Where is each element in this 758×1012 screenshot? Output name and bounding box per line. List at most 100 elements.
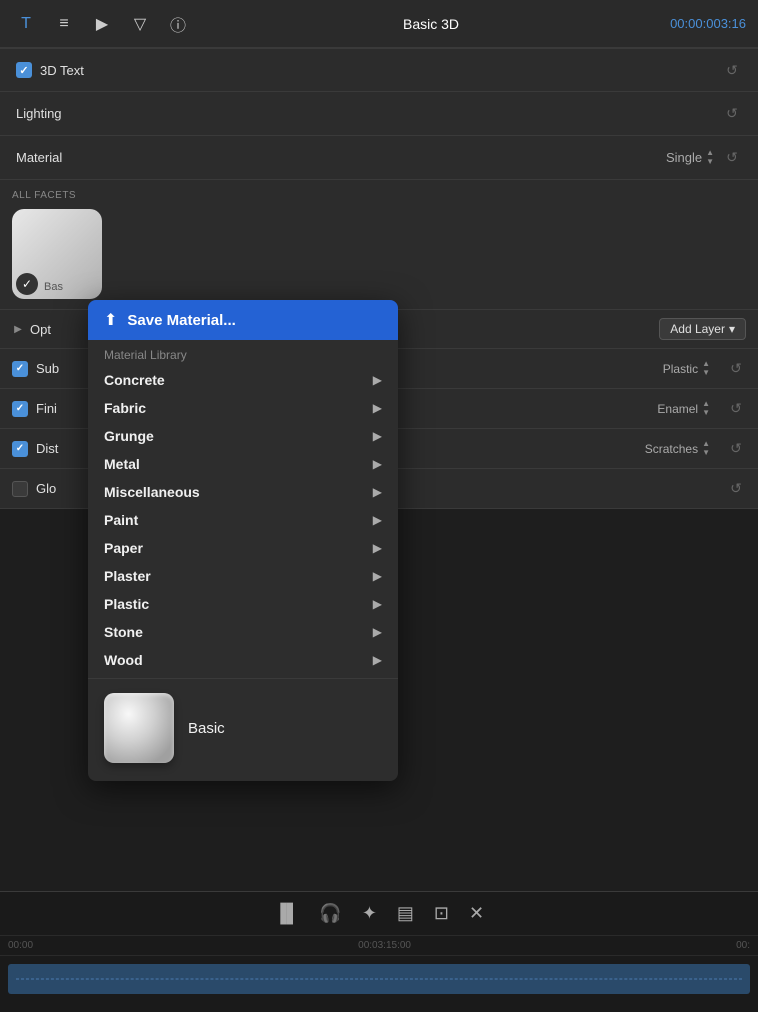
checkbox-glo[interactable] [12, 481, 28, 497]
menu-item-wood[interactable]: Wood ▶ [88, 646, 398, 674]
menu-label-grunge: Grunge [104, 428, 154, 444]
save-material-label: Save Material... [127, 312, 235, 329]
reset-fini[interactable]: ↺ [726, 399, 746, 419]
project-title: Basic 3D [202, 16, 660, 32]
menu-label-concrete: Concrete [104, 372, 165, 388]
label-material: Material [16, 150, 666, 165]
headphones-icon[interactable]: 🎧 [319, 903, 341, 924]
reset-3dtext[interactable]: ↺ [722, 60, 742, 80]
label-lighting: Lighting [16, 106, 714, 121]
checkbox-sub[interactable] [12, 361, 28, 377]
dropdown-arrow-icon: ▾ [729, 322, 735, 336]
material-thumbnail [104, 693, 174, 763]
stepper-down[interactable]: ▼ [706, 158, 714, 166]
timeline: ▐▌ 🎧 ✦ ▤ ⊡ ✕ 00:00 00:03:15:00 00: [0, 891, 758, 1011]
menu-label-miscellaneous: Miscellaneous [104, 484, 200, 500]
toolbar: T ≡ ▶ ▽ ⓘ Basic 3D 00:00:003:16 [0, 0, 758, 48]
material-library-header: Material Library [88, 340, 398, 366]
reset-glo[interactable]: ↺ [726, 479, 746, 499]
menu-label-stone: Stone [104, 624, 143, 640]
scratches-stepper[interactable]: ▲ ▼ [702, 440, 710, 457]
plastic-stepper[interactable]: ▲ ▼ [702, 360, 710, 377]
arrow-icon-paper: ▶ [373, 541, 382, 555]
timecode: 00:00:003:16 [670, 16, 746, 31]
facets-area: ALL FACETS ✓ Bas [0, 180, 758, 310]
arrow-icon-stone: ▶ [373, 625, 382, 639]
arrow-icon-miscellaneous: ▶ [373, 485, 382, 499]
filmstrip-icon[interactable]: ▤ [397, 903, 414, 924]
arrow-icon-concrete: ▶ [373, 373, 382, 387]
sparkle-icon[interactable]: ✦ [362, 903, 377, 924]
prop-row-material: Material Single ▲ ▼ ↺ [0, 136, 758, 180]
layer-type-fini[interactable]: Enamel ▲ ▼ [657, 400, 710, 417]
arrow-icon-fabric: ▶ [373, 401, 382, 415]
monitor-icon[interactable]: ⊡ [434, 903, 449, 924]
timeline-mark-start: 00:00 [8, 940, 33, 951]
save-icon: ⬆ [104, 310, 117, 330]
menu-label-metal: Metal [104, 456, 140, 472]
context-menu: ⬆ Save Material... Material Library Conc… [88, 300, 398, 781]
menu-label-fabric: Fabric [104, 400, 146, 416]
reset-material[interactable]: ↺ [722, 148, 742, 168]
layer-name-sub: Sub [36, 361, 96, 376]
layer-type-dist[interactable]: Scratches ▲ ▼ [645, 440, 710, 457]
stepper-up[interactable]: ▲ [706, 149, 714, 157]
timeline-controls: ▐▌ 🎧 ✦ ▤ ⊡ ✕ [0, 892, 758, 936]
material-value[interactable]: Single ▲ ▼ [666, 149, 714, 166]
checkbox-fini[interactable] [12, 401, 28, 417]
checkbox-3dtext[interactable] [16, 62, 32, 78]
reset-sub[interactable]: ↺ [726, 359, 746, 379]
menu-item-plaster[interactable]: Plaster ▶ [88, 562, 398, 590]
menu-item-plastic[interactable]: Plastic ▶ [88, 590, 398, 618]
timeline-track: 00:00 00:03:15:00 00: [0, 936, 758, 1012]
menu-item-fabric[interactable]: Fabric ▶ [88, 394, 398, 422]
reset-dist[interactable]: ↺ [726, 439, 746, 459]
reset-lighting[interactable]: ↺ [722, 104, 742, 124]
menu-item-stone[interactable]: Stone ▶ [88, 618, 398, 646]
timeline-bar [8, 964, 750, 994]
timeline-bar-pattern [16, 979, 742, 980]
arrow-icon-grunge: ▶ [373, 429, 382, 443]
layer-type-sub[interactable]: Plastic ▲ ▼ [663, 360, 710, 377]
timeline-mark-end: 00: [736, 940, 750, 951]
menu-item-metal[interactable]: Metal ▶ [88, 450, 398, 478]
menu-label-paper: Paper [104, 540, 143, 556]
menu-item-paper[interactable]: Paper ▶ [88, 534, 398, 562]
time-highlight: 3:16 [721, 16, 746, 31]
prop-row-3dtext: 3D Text ↺ [0, 48, 758, 92]
facets-swatch-name: Bas [40, 279, 67, 295]
menu-label-paint: Paint [104, 512, 138, 528]
filter-icon[interactable]: ▽ [126, 10, 154, 38]
text-tool-icon[interactable]: T [12, 10, 40, 38]
menu-item-grunge[interactable]: Grunge ▶ [88, 422, 398, 450]
checkbox-dist[interactable] [12, 441, 28, 457]
facets-badge: ✓ [16, 273, 38, 295]
waveform-icon[interactable]: ▐▌ [274, 903, 300, 924]
facets-swatch[interactable]: ✓ Bas [12, 209, 102, 299]
info-icon[interactable]: ⓘ [164, 10, 192, 38]
material-thumbnail-name: Basic [188, 720, 225, 737]
layer-name-glo: Glo [36, 481, 96, 496]
add-layer-button[interactable]: Add Layer ▾ [659, 318, 746, 340]
prop-row-lighting: Lighting ↺ [0, 92, 758, 136]
menu-thumbnail-row: Basic [88, 683, 398, 773]
menu-item-miscellaneous[interactable]: Miscellaneous ▶ [88, 478, 398, 506]
menu-item-paint[interactable]: Paint ▶ [88, 506, 398, 534]
menu-label-wood: Wood [104, 652, 143, 668]
arrow-icon-plaster: ▶ [373, 569, 382, 583]
layers-label: Opt [30, 322, 51, 337]
arrow-icon-metal: ▶ [373, 457, 382, 471]
cross-icon[interactable]: ✕ [469, 903, 484, 924]
disclosure-triangle[interactable]: ▶ [12, 323, 24, 335]
enamel-stepper[interactable]: ▲ ▼ [702, 400, 710, 417]
save-material-item[interactable]: ⬆ Save Material... [88, 300, 398, 340]
menu-label-plastic: Plastic [104, 596, 149, 612]
align-icon[interactable]: ≡ [50, 10, 78, 38]
layer-name-fini: Fini [36, 401, 96, 416]
video-icon[interactable]: ▶ [88, 10, 116, 38]
label-3dtext: 3D Text [40, 63, 714, 78]
time-prefix: 00:00:00 [670, 16, 721, 31]
menu-item-concrete[interactable]: Concrete ▶ [88, 366, 398, 394]
arrow-icon-paint: ▶ [373, 513, 382, 527]
material-stepper[interactable]: ▲ ▼ [706, 149, 714, 166]
